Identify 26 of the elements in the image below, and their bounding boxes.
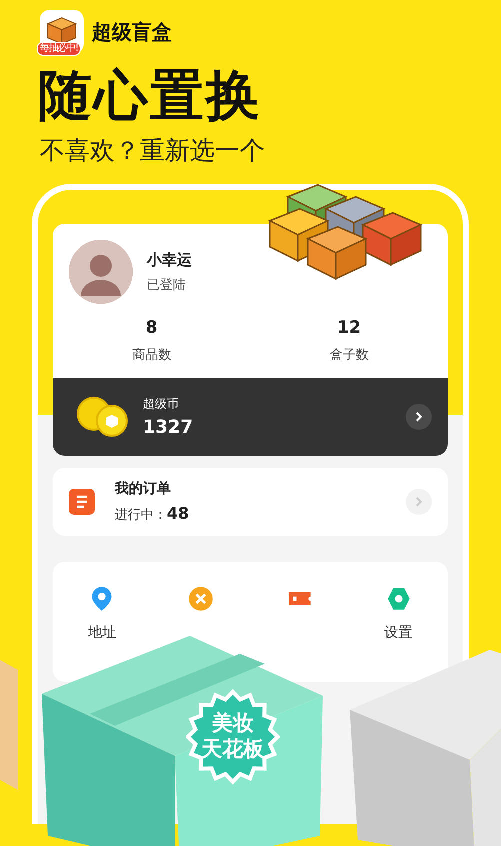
chevron-button[interactable] <box>406 404 432 430</box>
stat-value: 12 <box>337 318 362 338</box>
order-title: 我的订单 <box>115 480 172 498</box>
stat-label: 盒子数 <box>330 347 369 364</box>
list-icon <box>69 489 95 515</box>
coin-amount: 1327 <box>143 417 194 438</box>
coins-icon <box>77 397 129 437</box>
user-name: 小幸运 <box>147 250 192 270</box>
coin-label: 超级币 <box>143 396 180 413</box>
headline: 随心置换 <box>38 64 263 128</box>
settings-icon <box>386 586 412 612</box>
menu-label[interactable]: 设置 <box>384 624 413 642</box>
subtitle: 不喜欢？重新选一个 <box>40 135 266 167</box>
menu-label[interactable]: 地址 <box>88 624 116 642</box>
order-status-label: 进行中： <box>115 507 167 524</box>
order-count: 48 <box>167 504 190 523</box>
order-card[interactable]: 我的订单 进行中：48 <box>53 468 448 536</box>
coin-icon <box>188 586 214 612</box>
login-status: 已登陆 <box>147 276 187 294</box>
logo-tag: 每抽必中! <box>37 42 82 56</box>
stat-label: 商品数 <box>132 347 172 364</box>
stat-value: 8 <box>146 318 158 338</box>
badge-text: 美妆 <box>212 710 254 736</box>
app-name: 超级盲盒 <box>92 18 172 46</box>
avatar-placeholder <box>69 240 133 304</box>
badge-text: 天花板 <box>202 736 264 762</box>
